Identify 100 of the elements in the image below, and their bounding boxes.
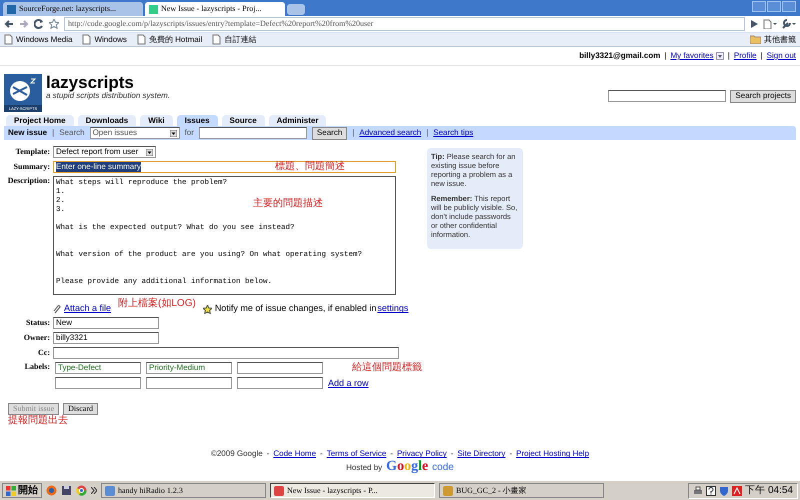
search-label: Search xyxy=(59,128,85,138)
favicon-icon xyxy=(7,4,16,14)
account-link[interactable]: My favorites xyxy=(670,51,714,60)
status-field[interactable]: New xyxy=(53,317,159,330)
annotation-text: 標題、問題簡述 xyxy=(275,161,345,174)
separator: | xyxy=(728,51,730,60)
dropdown-icon[interactable] xyxy=(716,52,724,60)
label-field[interactable] xyxy=(237,377,323,390)
page-menu-icon[interactable] xyxy=(763,19,777,29)
status-label: Status: xyxy=(26,318,50,328)
template-label: Template: xyxy=(16,147,50,156)
owner-field[interactable]: billy3321 xyxy=(53,332,159,344)
help-icon[interactable] xyxy=(706,486,716,496)
favicon-icon xyxy=(149,4,158,14)
search-button[interactable]: Search xyxy=(312,126,348,140)
account-link[interactable]: Profile xyxy=(734,51,757,60)
bookmark[interactable]: Windows xyxy=(82,34,127,45)
back-icon[interactable] xyxy=(4,19,14,29)
code-logo-text: code xyxy=(432,462,454,474)
label-field[interactable] xyxy=(237,362,323,374)
shield-icon[interactable] xyxy=(719,486,730,496)
separator: - xyxy=(390,449,393,458)
bookmark[interactable]: 自訂連結 xyxy=(212,34,256,45)
project-name: lazyscripts xyxy=(46,74,135,91)
owner-label: Owner: xyxy=(24,333,50,342)
separator: - xyxy=(266,449,270,458)
form-button[interactable]: Discard xyxy=(63,403,98,416)
separator: - xyxy=(509,449,512,458)
footer-link[interactable]: Terms of Service xyxy=(326,449,386,458)
wrench-icon[interactable] xyxy=(782,19,796,29)
taskbar-button[interactable]: handy hiRadio 1.2.3 xyxy=(101,483,266,498)
separator: | xyxy=(352,128,354,138)
annotation-text: 附上檔案(如LOG) xyxy=(118,298,196,310)
project-tab[interactable]: Project Home xyxy=(6,114,74,126)
footer-link[interactable]: Site Directory xyxy=(457,449,506,458)
project-tab[interactable]: Source xyxy=(222,114,265,126)
go-icon[interactable] xyxy=(750,20,758,28)
clock-text: 下午 04:54 xyxy=(745,484,793,496)
project-tab[interactable]: Wiki xyxy=(140,114,173,126)
printer-icon[interactable] xyxy=(693,486,704,496)
add-row-link[interactable]: Add a row xyxy=(328,378,369,389)
account-link[interactable]: Sign out xyxy=(766,51,796,60)
separator: - xyxy=(320,449,323,458)
search-projects-button[interactable]: Search projects xyxy=(730,90,796,103)
browser-tab[interactable]: SourceForge.net: lazyscripts... xyxy=(3,2,143,16)
taskbar-button[interactable]: BUG_GC_2 - 小畫家 xyxy=(439,483,604,498)
star-icon[interactable] xyxy=(49,19,59,29)
summary-label: Summary: xyxy=(14,162,50,172)
windows-logo-icon xyxy=(6,486,16,496)
attach-file-link[interactable]: Attach a file xyxy=(64,303,112,314)
settings-link[interactable]: settings xyxy=(377,303,408,314)
copyright-text: ©2009 Google xyxy=(210,449,263,458)
bookmark[interactable]: 免費的 Hotmail xyxy=(136,34,202,45)
star-icon[interactable] xyxy=(202,305,212,314)
google-logo: Google xyxy=(386,458,428,476)
cc-field[interactable] xyxy=(53,347,399,360)
new-tab-button[interactable] xyxy=(287,4,305,15)
separator: - xyxy=(450,449,454,458)
label-field[interactable]: Type-Defect xyxy=(55,362,141,374)
footer-link[interactable]: Code Home xyxy=(273,449,316,458)
project-tab[interactable]: Issues xyxy=(176,114,218,126)
separator: | xyxy=(664,51,666,60)
caret-icon xyxy=(170,130,177,137)
other-bookmarks[interactable]: 其他書籤 xyxy=(750,34,796,44)
separator: | xyxy=(52,128,54,138)
taskbar-button[interactable]: New Issue - lazyscripts - P... xyxy=(270,483,435,498)
label-field[interactable] xyxy=(146,377,232,390)
template-dropdown[interactable]: Defect report from user xyxy=(53,146,156,158)
chevron-icon[interactable] xyxy=(91,487,97,494)
project-search-field[interactable] xyxy=(608,90,726,102)
separator: | xyxy=(426,128,428,138)
project-tab[interactable]: Downloads xyxy=(78,114,136,126)
search-field[interactable] xyxy=(198,127,307,140)
annotation-text: 給這個問題標籤 xyxy=(352,362,422,374)
label-field[interactable]: Priority-Medium xyxy=(146,362,232,374)
search-link[interactable]: Advanced search xyxy=(359,128,422,138)
bookmark[interactable]: Windows Media xyxy=(4,34,72,45)
app-icon xyxy=(105,486,115,496)
footer-link[interactable]: Project Hosting Help xyxy=(516,449,590,458)
address-field[interactable]: http://code.google.com/p/lazyscripts/issues/entry?template=Defect%20report%20from%20user xyxy=(64,17,745,31)
app-icon xyxy=(443,486,453,496)
for-label: for xyxy=(184,128,194,138)
caret-icon xyxy=(146,148,153,156)
project-tab[interactable]: Administer xyxy=(268,114,326,126)
firefox-icon[interactable] xyxy=(46,485,57,496)
project-summary: a stupid scripts distribution system. xyxy=(46,90,170,100)
search-link[interactable]: Search tips xyxy=(433,128,474,138)
label-field[interactable] xyxy=(55,377,141,390)
browser-tab[interactable]: New Issue - lazyscripts - Proj... xyxy=(145,2,285,16)
reload-icon[interactable] xyxy=(34,19,44,29)
cc-label: Cc: xyxy=(38,348,50,358)
start-button[interactable]: 開始 xyxy=(2,483,42,498)
summary-field[interactable]: Enter one-line summary 標題、問題簡述 xyxy=(53,161,396,174)
footer-link[interactable]: Privacy Policy xyxy=(396,449,447,458)
app-icon xyxy=(274,486,284,496)
paperclip-icon xyxy=(53,305,61,314)
chrome-icon[interactable] xyxy=(76,485,87,496)
new-issue-link[interactable]: New issue xyxy=(8,128,48,138)
acrobat-icon[interactable] xyxy=(732,486,742,496)
scope-dropdown[interactable]: Open issues xyxy=(90,127,180,140)
